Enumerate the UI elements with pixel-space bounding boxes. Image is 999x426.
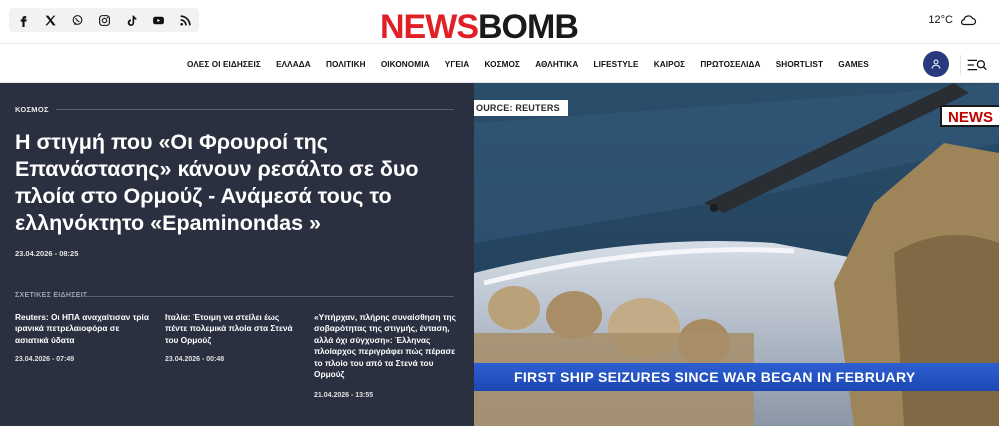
news-ticker-caption: FIRST SHIP SEIZURES SINCE WAR BEGAN IN F… <box>474 363 999 391</box>
hero-section: ΚΟΣΜΟΣ Η στιγμή που «Οι Φρουροί της Επαν… <box>0 83 999 426</box>
tiktok-icon[interactable] <box>119 8 143 32</box>
nav-item-sports[interactable]: ΑΘΛΗΤΙΚΑ <box>528 60 586 69</box>
related-article-title[interactable]: «Υπήρχαν, πλήρης συναίσθηση της σοβαρότη… <box>314 312 456 380</box>
nav-item-economy[interactable]: ΟΙΚΟΝΟΜΙΑ <box>373 60 437 69</box>
divider <box>56 109 454 110</box>
logo-part-bomb: BOMB <box>478 8 579 46</box>
viber-icon[interactable] <box>65 8 89 32</box>
section-label[interactable]: ΚΟΣΜΟΣ <box>15 105 49 114</box>
rss-icon[interactable] <box>173 8 197 32</box>
cloud-icon <box>961 15 977 26</box>
related-article[interactable]: Ιταλία: Έτοιμη να στείλει έως πέντε πολε… <box>165 312 303 363</box>
related-article-date: 23.04.2026 - 07:49 <box>15 356 75 363</box>
nav-item-politics[interactable]: ΠΟΛΙΤΙΚΗ <box>318 60 373 69</box>
weather-widget[interactable]: 12°C <box>928 13 977 27</box>
nav-item-world[interactable]: ΚΟΣΜΟΣ <box>477 60 528 69</box>
youtube-icon[interactable] <box>146 8 170 32</box>
nav-item-shortlist[interactable]: SHORTLIST <box>768 60 830 69</box>
related-article[interactable]: Reuters: Οι ΗΠΑ αναχαίτισαν τρία ιρανικά… <box>15 312 155 363</box>
related-article-title[interactable]: Ιταλία: Έτοιμη να στείλει έως πέντε πολε… <box>165 312 303 346</box>
nav-item-lifestyle[interactable]: LIFESTYLE <box>586 60 646 69</box>
related-article[interactable]: «Υπήρχαν, πλήρης συναίσθηση της σοβαρότη… <box>314 312 456 399</box>
related-article-date: 23.04.2026 - 00:48 <box>165 356 225 363</box>
search-menu-icon <box>967 59 987 71</box>
user-account-button[interactable] <box>923 51 949 77</box>
divider <box>82 296 454 297</box>
facebook-icon[interactable] <box>11 8 35 32</box>
social-links <box>9 8 199 32</box>
top-header: NEWS BOMB 12°C <box>0 0 999 46</box>
related-article-date: 21.04.2026 - 13:55 <box>314 392 374 399</box>
nav-item-front-pages[interactable]: ΠΡΩΤΟΣΕΛΙΔΑ <box>693 60 768 69</box>
search-menu-button[interactable] <box>960 55 992 75</box>
nav-item-weather[interactable]: ΚΑΙΡΟΣ <box>646 60 693 69</box>
channel-news-badge: NEWS <box>940 105 999 127</box>
nav-item-all-news[interactable]: ΟΛΕΣ ΟΙ ΕΙΔΗΣΕΙΣ <box>187 60 268 69</box>
nav-item-games[interactable]: GAMES <box>831 60 877 69</box>
weather-temperature: 12°C <box>928 14 953 26</box>
logo-part-news: NEWS <box>380 8 479 46</box>
main-navigation: ΟΛΕΣ ΟΙ ΕΙΔΗΣΕΙΣ ΕΛΛΑΔΑ ΠΟΛΙΤΙΚΗ ΟΙΚΟΝΟΜ… <box>0 43 999 83</box>
hero-text-panel: ΚΟΣΜΟΣ Η στιγμή που «Οι Φρουροί της Επαν… <box>0 83 474 426</box>
nav-item-greece[interactable]: ΕΛΛΑΔΑ <box>268 60 318 69</box>
site-logo[interactable]: NEWS BOMB <box>380 8 579 46</box>
nav-menu: ΟΛΕΣ ΟΙ ΕΙΔΗΣΕΙΣ ΕΛΛΑΔΑ ΠΟΛΙΤΙΚΗ ΟΙΚΟΝΟΜ… <box>187 44 876 84</box>
image-source-tag: OURCE: REUTERS <box>474 100 568 116</box>
instagram-icon[interactable] <box>92 8 116 32</box>
related-news-label: ΣΧΕΤΙΚΕΣ ΕΙΔΗΣΕΙΣ <box>15 292 88 299</box>
hero-date: 23.04.2026 - 08:25 <box>15 249 79 258</box>
x-icon[interactable] <box>38 8 62 32</box>
related-article-title[interactable]: Reuters: Οι ΗΠΑ αναχαίτισαν τρία ιρανικά… <box>15 312 155 346</box>
nav-item-health[interactable]: ΥΓΕΙΑ <box>437 60 477 69</box>
hero-headline[interactable]: Η στιγμή που «Οι Φρουροί της Επανάστασης… <box>15 129 460 237</box>
hero-image[interactable]: OURCE: REUTERS NEWS FIRST SHIP SEIZURES … <box>474 83 999 426</box>
user-icon <box>931 59 941 69</box>
